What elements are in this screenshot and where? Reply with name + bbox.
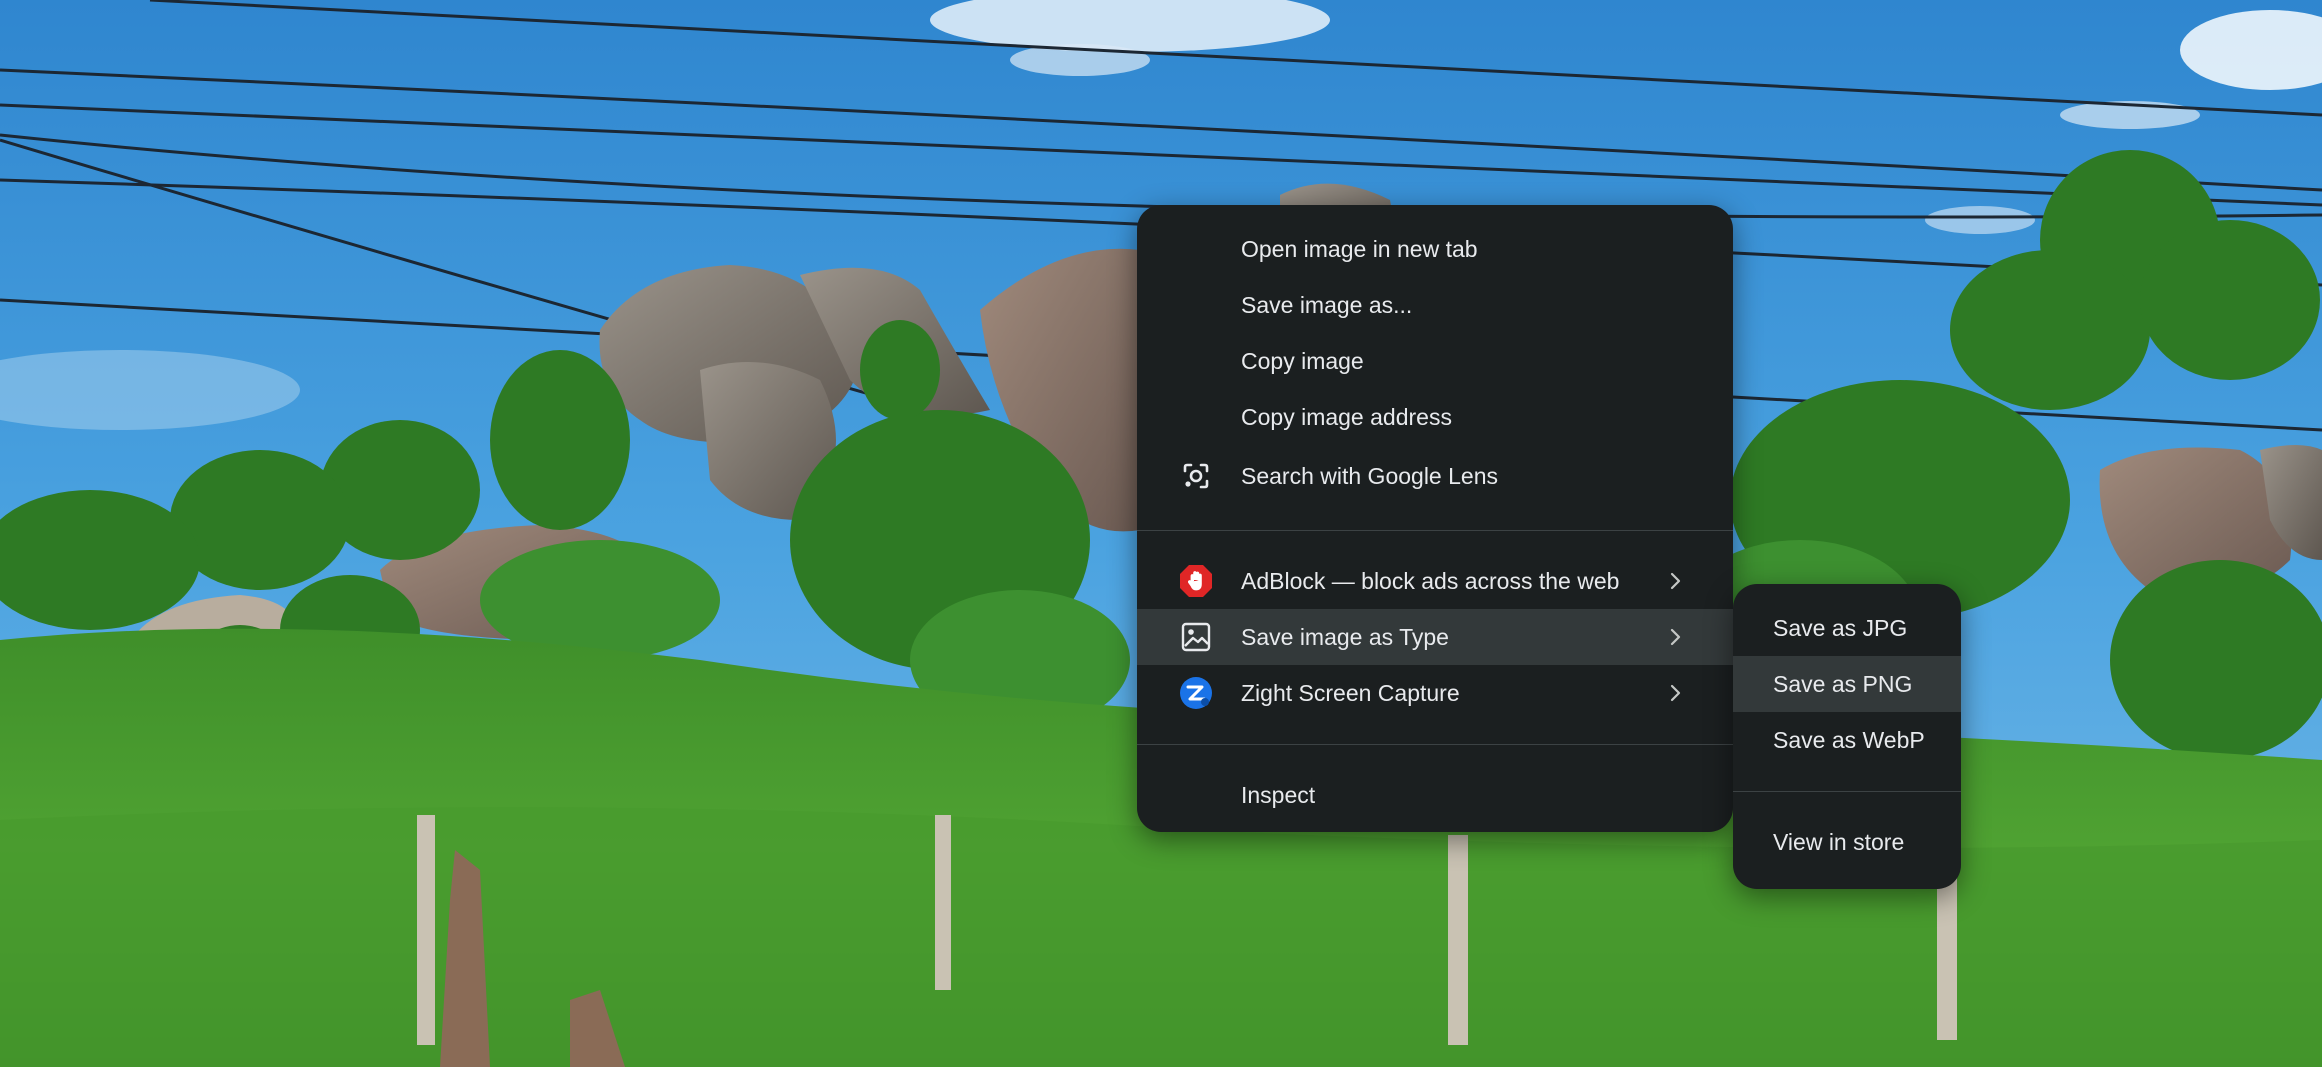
google-lens-icon [1179,459,1213,493]
menu-item-label: Inspect [1241,781,1316,808]
copy-image-address-item[interactable]: Copy image address [1137,389,1733,445]
menu-item-label: Save as JPG [1773,614,1908,641]
chevron-right-icon [1670,572,1681,590]
search-google-lens-item[interactable]: Search with Google Lens [1137,445,1733,507]
menu-item-label: Copy image address [1241,403,1452,430]
copy-image-item[interactable]: Copy image [1137,333,1733,389]
context-menu: Open image in new tab Save image as... C… [1137,205,1733,832]
view-in-store-item[interactable]: View in store [1733,814,1961,870]
menu-item-label: Save image as Type [1241,623,1449,650]
menu-item-label: Save as WebP [1773,726,1925,753]
save-as-type-submenu: Save as JPG Save as PNG Save as WebP Vie… [1733,584,1961,889]
menu-item-label: Save as PNG [1773,670,1913,697]
menu-separator [1733,791,1961,792]
adblock-hand-icon [1179,564,1213,598]
chevron-right-icon [1670,628,1681,646]
menu-separator [1137,530,1733,531]
save-image-as-type-item[interactable]: Save image as Type [1137,609,1733,665]
save-as-webp-item[interactable]: Save as WebP [1733,712,1961,768]
save-image-as-item[interactable]: Save image as... [1137,277,1733,333]
save-as-png-item[interactable]: Save as PNG [1733,656,1961,712]
open-image-new-tab-item[interactable]: Open image in new tab [1137,221,1733,277]
image-icon [1179,620,1213,654]
chevron-right-icon [1670,684,1681,702]
save-as-jpg-item[interactable]: Save as JPG [1733,600,1961,656]
inspect-item[interactable]: Inspect [1137,767,1733,823]
adblock-item[interactable]: AdBlock — block ads across the web [1137,553,1733,609]
zight-icon [1179,676,1213,710]
menu-item-label: Search with Google Lens [1241,462,1498,489]
menu-item-label: Open image in new tab [1241,235,1478,262]
menu-item-label: AdBlock — block ads across the web [1241,567,1620,594]
menu-item-label: Copy image [1241,347,1364,374]
menu-item-label: View in store [1773,828,1905,855]
menu-item-label: Save image as... [1241,291,1413,318]
zight-screen-capture-item[interactable]: Zight Screen Capture [1137,665,1733,721]
menu-item-label: Zight Screen Capture [1241,679,1460,706]
menu-separator [1137,744,1733,745]
